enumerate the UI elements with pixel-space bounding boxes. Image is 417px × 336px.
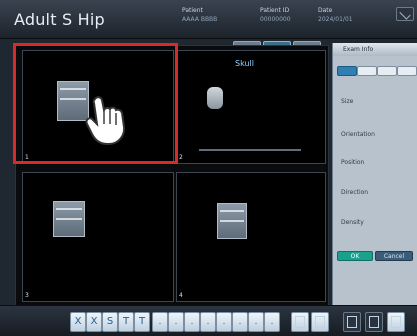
tool-1[interactable]: X	[70, 312, 86, 332]
patient-id-value: 00000000	[260, 16, 291, 23]
tools-toolbar: X X S T T - - - - - - - -	[70, 312, 290, 332]
grid-icon[interactable]	[343, 312, 361, 332]
study-title: Adult S Hip	[14, 10, 105, 29]
right-panel: Exam Info Size Orientation Position Dire…	[332, 43, 417, 305]
tool-5[interactable]: T	[134, 312, 150, 332]
image-tile-3[interactable]: 3	[22, 172, 174, 302]
pointing-hand-icon	[85, 96, 126, 145]
tool-4[interactable]: T	[118, 312, 134, 332]
tool-9[interactable]: -	[200, 312, 216, 332]
tool-10[interactable]: -	[216, 312, 232, 332]
tool-8[interactable]: -	[184, 312, 200, 332]
panel-header: Exam Info	[333, 43, 417, 56]
panel-row-1: Size	[341, 98, 354, 105]
panel-option-1[interactable]	[337, 66, 357, 76]
date-value: 2024/01/01	[318, 16, 353, 23]
panel-row-3: Position	[341, 159, 365, 166]
top-bar: Adult S Hip Patient AAAA BBBB Patient ID…	[0, 0, 417, 39]
panel-actions: OK Cancel	[335, 251, 415, 261]
ok-button-label: OK	[350, 253, 360, 260]
patient-info: Patient AAAA BBBB	[182, 6, 217, 24]
image-tile-4[interactable]: 4	[176, 172, 326, 302]
user-icon[interactable]	[387, 312, 405, 332]
image-icon[interactable]	[311, 312, 329, 332]
panel-row-5: Density	[341, 219, 364, 226]
tool-6[interactable]: -	[152, 312, 168, 332]
tool-3[interactable]: S	[102, 312, 118, 332]
panel-header-label: Exam Info	[343, 46, 374, 53]
tile-label-3: 3	[25, 292, 29, 299]
exit-icon[interactable]	[396, 7, 414, 21]
tool-11[interactable]: -	[232, 312, 248, 332]
image-tile-2[interactable]: Skull 2	[176, 50, 326, 164]
ok-button[interactable]: OK	[337, 251, 373, 261]
panel-option-3[interactable]	[377, 66, 397, 76]
tool-12[interactable]: -	[248, 312, 264, 332]
thumbnail-3	[53, 201, 85, 237]
patient-label: Patient	[182, 7, 203, 14]
panel-option-2[interactable]	[357, 66, 377, 76]
tool-7[interactable]: -	[168, 312, 184, 332]
panel-option-4[interactable]	[397, 66, 417, 76]
bottom-bar: X X S T T - - - - - - - -	[0, 305, 417, 336]
panel-row-2: Orientation	[341, 131, 375, 138]
panel-row-4: Direction	[341, 189, 369, 196]
panel-button-row	[335, 66, 417, 76]
pause-icon[interactable]	[365, 312, 383, 332]
status-line-2	[199, 149, 301, 151]
xray-preview-2	[207, 87, 223, 109]
tool-2[interactable]: X	[86, 312, 102, 332]
date-info: Date 2024/01/01	[318, 6, 353, 24]
cancel-button-label: Cancel	[383, 253, 405, 260]
print-icon[interactable]	[291, 312, 309, 332]
tile-label-2: 2	[179, 154, 183, 161]
patient-id-info: Patient ID 00000000	[260, 6, 291, 24]
tile-label-4: 4	[179, 292, 183, 299]
tile-header-2: Skull	[235, 59, 254, 68]
date-label: Date	[318, 7, 333, 14]
cancel-button[interactable]: Cancel	[375, 251, 413, 261]
bottom-right-actions	[291, 312, 411, 332]
app-window: Adult S Hip Patient AAAA BBBB Patient ID…	[0, 0, 417, 336]
patient-value: AAAA BBBB	[182, 16, 218, 23]
tool-13[interactable]: -	[264, 312, 280, 332]
thumbnail-4	[217, 203, 247, 239]
patient-id-label: Patient ID	[260, 7, 290, 14]
